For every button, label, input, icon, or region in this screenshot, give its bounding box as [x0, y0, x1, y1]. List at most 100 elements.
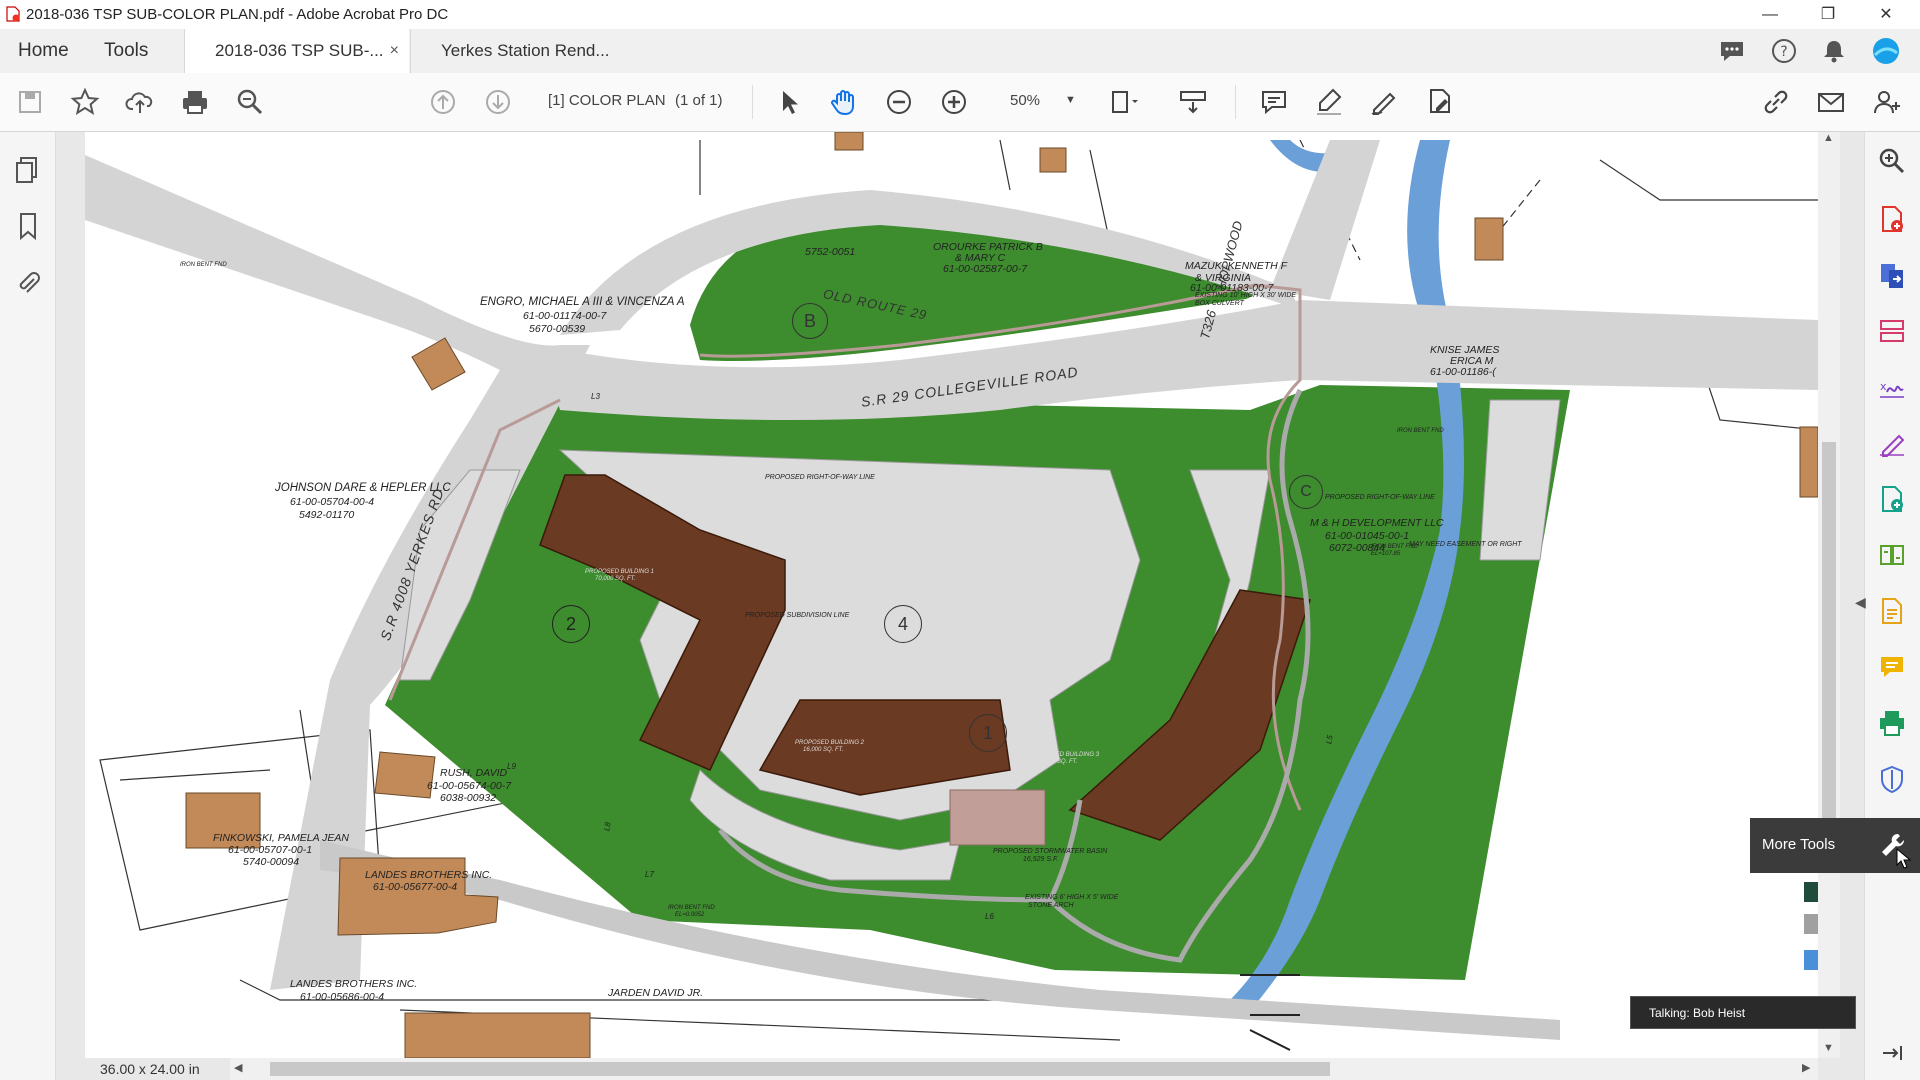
vertical-scrollbar[interactable]: ▲ ▼ [1818, 132, 1840, 1058]
scroll-right-icon[interactable]: ▶ [1802, 1061, 1810, 1074]
right-tools-pane: ◀ x [1855, 132, 1920, 1080]
create-pdf-icon[interactable] [1877, 204, 1907, 234]
plan-label-rush-deed: 6038-00932 [440, 792, 497, 804]
add-comment-icon[interactable] [1258, 86, 1290, 118]
plan-label-mh: M & H DEVELOPMENT LLC [1310, 517, 1444, 529]
plan-label-stormwater-area: 16,529 S.F. [1023, 856, 1059, 863]
user-avatar-icon[interactable] [1870, 35, 1902, 67]
site-plan-page[interactable]: ENGRO, MICHAEL A III & VINCENZA A 61-00-… [85, 132, 1818, 1058]
plan-label-iron-pin-3-elevation: EL=0.0052 [675, 912, 705, 918]
swatch-blue [1804, 950, 1818, 970]
save-icon[interactable] [14, 86, 46, 118]
plan-label-iron-pin: IRON BENT FND [1397, 428, 1444, 434]
tab-home[interactable]: Home [18, 29, 69, 73]
plan-label-arch: EXISTING 6' HIGH X 5' WIDE [1025, 894, 1119, 901]
plan-label-iron-pin-elevation: EL=107.85 [1371, 551, 1401, 557]
pdf-file-icon [6, 6, 20, 22]
plan-label-row-line-right: PROPOSED RIGHT-OF-WAY LINE [1325, 494, 1435, 501]
bookmarks-icon[interactable] [12, 210, 44, 242]
print-production-icon[interactable] [1877, 708, 1907, 738]
area-marker-1: 1 [969, 714, 1007, 752]
plan-label-johnson: JOHNSON DARE & HEPLER LLC [275, 482, 451, 494]
notifications-bell-icon[interactable] [1818, 35, 1850, 67]
plan-label-orourke-parcel: 61-00-02587-00-7 [943, 263, 1028, 275]
plan-label-iron-pin-2: IRON BENT FND [1371, 544, 1418, 550]
toolbar-separator [752, 85, 753, 119]
tab-document-label: Yerkes Station Rend... [441, 41, 610, 60]
upload-cloud-icon[interactable] [124, 86, 156, 118]
plan-label-arch-2: STONE ARCH [1028, 902, 1074, 909]
area-marker-4: 4 [884, 605, 922, 643]
page-fit-icon[interactable] [1106, 86, 1138, 118]
scroll-mode-icon[interactable] [1177, 86, 1209, 118]
next-page-icon[interactable] [482, 86, 514, 118]
close-tab-icon[interactable]: × [390, 29, 399, 73]
add-user-icon[interactable] [1870, 86, 1902, 118]
page-number-field[interactable]: [1] COLOR PLAN [548, 92, 666, 109]
horizontal-scroll-thumb[interactable] [270, 1062, 1330, 1076]
line-label-l6: L6 [985, 912, 994, 921]
page-dimensions: 36.00 x 24.00 in [100, 1061, 200, 1077]
compare-files-icon[interactable] [1877, 540, 1907, 570]
highlight-pen-icon[interactable] [1313, 86, 1345, 118]
expand-pane-icon[interactable] [1877, 1038, 1907, 1068]
zoom-out-icon[interactable] [883, 86, 915, 118]
search-zoom-icon[interactable] [1877, 146, 1907, 176]
print-icon[interactable] [179, 86, 211, 118]
plan-label-finkowski-deed: 5740-00094 [243, 856, 300, 868]
plan-label-engro-deed: 5670-00539 [529, 323, 586, 335]
hand-tool-icon[interactable] [828, 86, 860, 118]
page-thumbnails-icon[interactable] [12, 154, 44, 186]
scroll-down-icon[interactable]: ▼ [1823, 1042, 1834, 1054]
tab-bar: Home Tools 2018-036 TSP SUB-... × Yerkes… [0, 29, 1920, 74]
more-tools-label: More Tools [1762, 836, 1836, 853]
zoom-level-select[interactable]: 50% [1010, 92, 1040, 109]
more-tools-button[interactable]: More Tools [1750, 818, 1920, 873]
minimize-button[interactable]: — [1747, 0, 1793, 29]
tab-tools[interactable]: Tools [104, 29, 148, 73]
vertical-scroll-thumb[interactable] [1822, 442, 1836, 862]
svg-text:?: ? [1780, 44, 1787, 60]
close-window-button[interactable]: ✕ [1863, 0, 1909, 29]
plan-label-johnson-parcel: 61-00-05704-00-4 [290, 496, 375, 508]
bookmark-star-icon[interactable] [69, 86, 101, 118]
scroll-left-icon[interactable]: ◀ [234, 1061, 242, 1074]
select-arrow-icon[interactable] [773, 86, 805, 118]
help-icon[interactable]: ? [1768, 35, 1800, 67]
protect-shield-icon[interactable] [1877, 764, 1907, 794]
comment-share-icon[interactable] [1716, 35, 1748, 67]
attachments-paperclip-icon[interactable] [12, 266, 44, 298]
find-search-icon[interactable] [234, 86, 266, 118]
road-hopwood [1270, 140, 1380, 300]
plan-label-subdivision: PROPOSED SUBDIVISION LINE [745, 612, 850, 619]
plan-label-building-1: PROPOSED BUILDING 1 [585, 569, 655, 575]
collapse-right-pane-icon[interactable]: ◀ [1855, 594, 1866, 611]
svg-text:x: x [1880, 380, 1887, 393]
fill-sign-icon[interactable]: x [1877, 372, 1907, 402]
mouse-cursor-icon [1896, 848, 1912, 869]
email-icon[interactable] [1815, 86, 1847, 118]
combine-files-icon[interactable] [1877, 596, 1907, 626]
line-label-l9: L9 [507, 762, 516, 771]
send-for-review-icon[interactable] [1877, 484, 1907, 514]
organize-pages-icon[interactable] [1877, 316, 1907, 346]
sign-icon[interactable] [1368, 86, 1400, 118]
line-label-l3: L3 [591, 392, 600, 401]
horizontal-scrollbar[interactable]: ◀ ▶ [230, 1058, 1818, 1080]
comment-tool-icon[interactable] [1877, 652, 1907, 682]
share-link-icon[interactable] [1760, 86, 1792, 118]
plan-label-landes-2-parcel: 61-00-05686-00-4 [300, 991, 385, 1003]
line-label-l5: L5 [1324, 734, 1335, 745]
plan-label-mh-parcel: 61-00-01045-00-1 [1325, 530, 1410, 542]
tab-document-active[interactable]: 2018-036 TSP SUB-... × [184, 29, 409, 74]
scroll-up-icon[interactable]: ▲ [1823, 132, 1834, 144]
edit-pdf-tool-icon[interactable] [1877, 428, 1907, 458]
export-pdf-icon[interactable] [1877, 260, 1907, 290]
plan-label-iron-pin-3: IRON BENT FND [668, 905, 715, 911]
restore-button[interactable]: ❐ [1805, 0, 1851, 29]
zoom-in-icon[interactable] [938, 86, 970, 118]
zoom-dropdown-icon[interactable]: ▼ [1065, 94, 1076, 106]
previous-page-icon[interactable] [427, 86, 459, 118]
tab-document-yerkes[interactable]: Yerkes Station Rend... [410, 29, 635, 73]
edit-pdf-icon[interactable] [1423, 86, 1455, 118]
